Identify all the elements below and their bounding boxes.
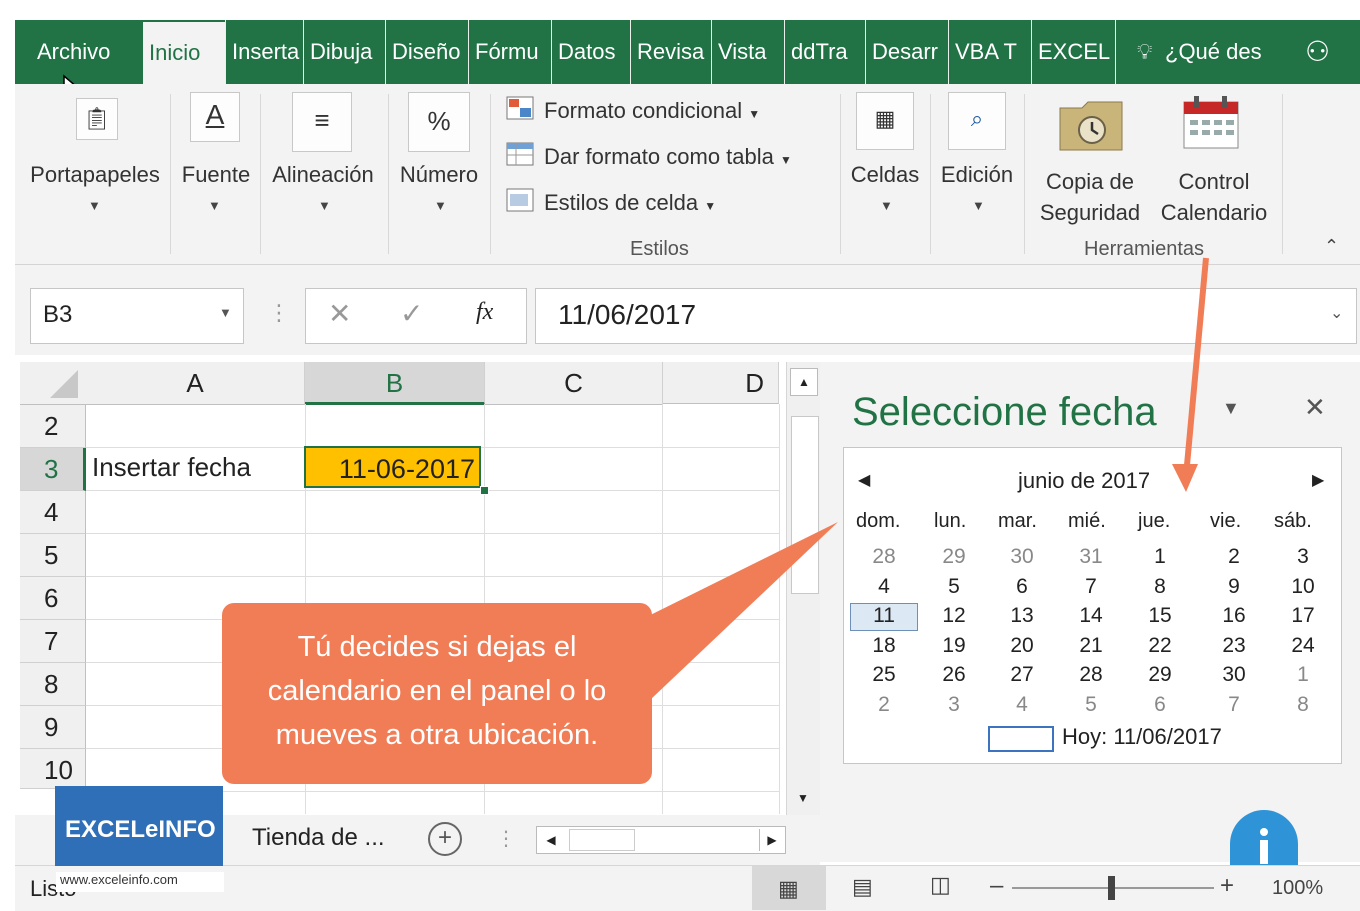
scroll-left-icon[interactable]: ◀	[539, 829, 563, 851]
annotation-overlay	[620, 257, 1209, 700]
callout-text: Tú decides si dejas el calendario en el …	[222, 625, 652, 757]
tab-splitter-grip[interactable]: ⋮	[496, 826, 516, 851]
sheet-tab[interactable]: Tienda de ...	[252, 824, 385, 852]
zoom-slider-handle[interactable]	[1108, 876, 1115, 900]
callout-line: mueves a otra ubicación.	[275, 719, 599, 751]
zoom-out-icon[interactable]: –	[990, 872, 1003, 900]
hscroll-thumb[interactable]	[569, 829, 635, 851]
grid-view-icon: ▦	[778, 876, 799, 901]
logo-text: EXCELeINFO	[65, 816, 216, 843]
callout-line: Tú decides si dejas el	[297, 631, 577, 663]
page-layout-icon[interactable]: ▤	[852, 874, 873, 900]
exceleinfo-logo: EXCELeINFO	[55, 786, 223, 866]
arrow-head	[1172, 464, 1198, 492]
zoom-level[interactable]: 100%	[1272, 877, 1323, 900]
zoom-in-icon[interactable]: +	[1220, 872, 1234, 900]
arrow-shaft	[1183, 257, 1209, 477]
horizontal-scrollbar[interactable]: ◀ ▶	[536, 826, 786, 854]
scroll-right-icon[interactable]: ▶	[759, 829, 784, 851]
callout-pointer	[620, 522, 838, 700]
logo-url: www.exceleinfo.com	[56, 872, 224, 892]
callout-line: calendario en el panel o lo	[267, 675, 607, 707]
page-break-icon[interactable]: ◫	[930, 872, 951, 898]
normal-view-button[interactable]: ▦	[752, 866, 826, 910]
add-sheet-icon[interactable]: +	[428, 822, 462, 856]
